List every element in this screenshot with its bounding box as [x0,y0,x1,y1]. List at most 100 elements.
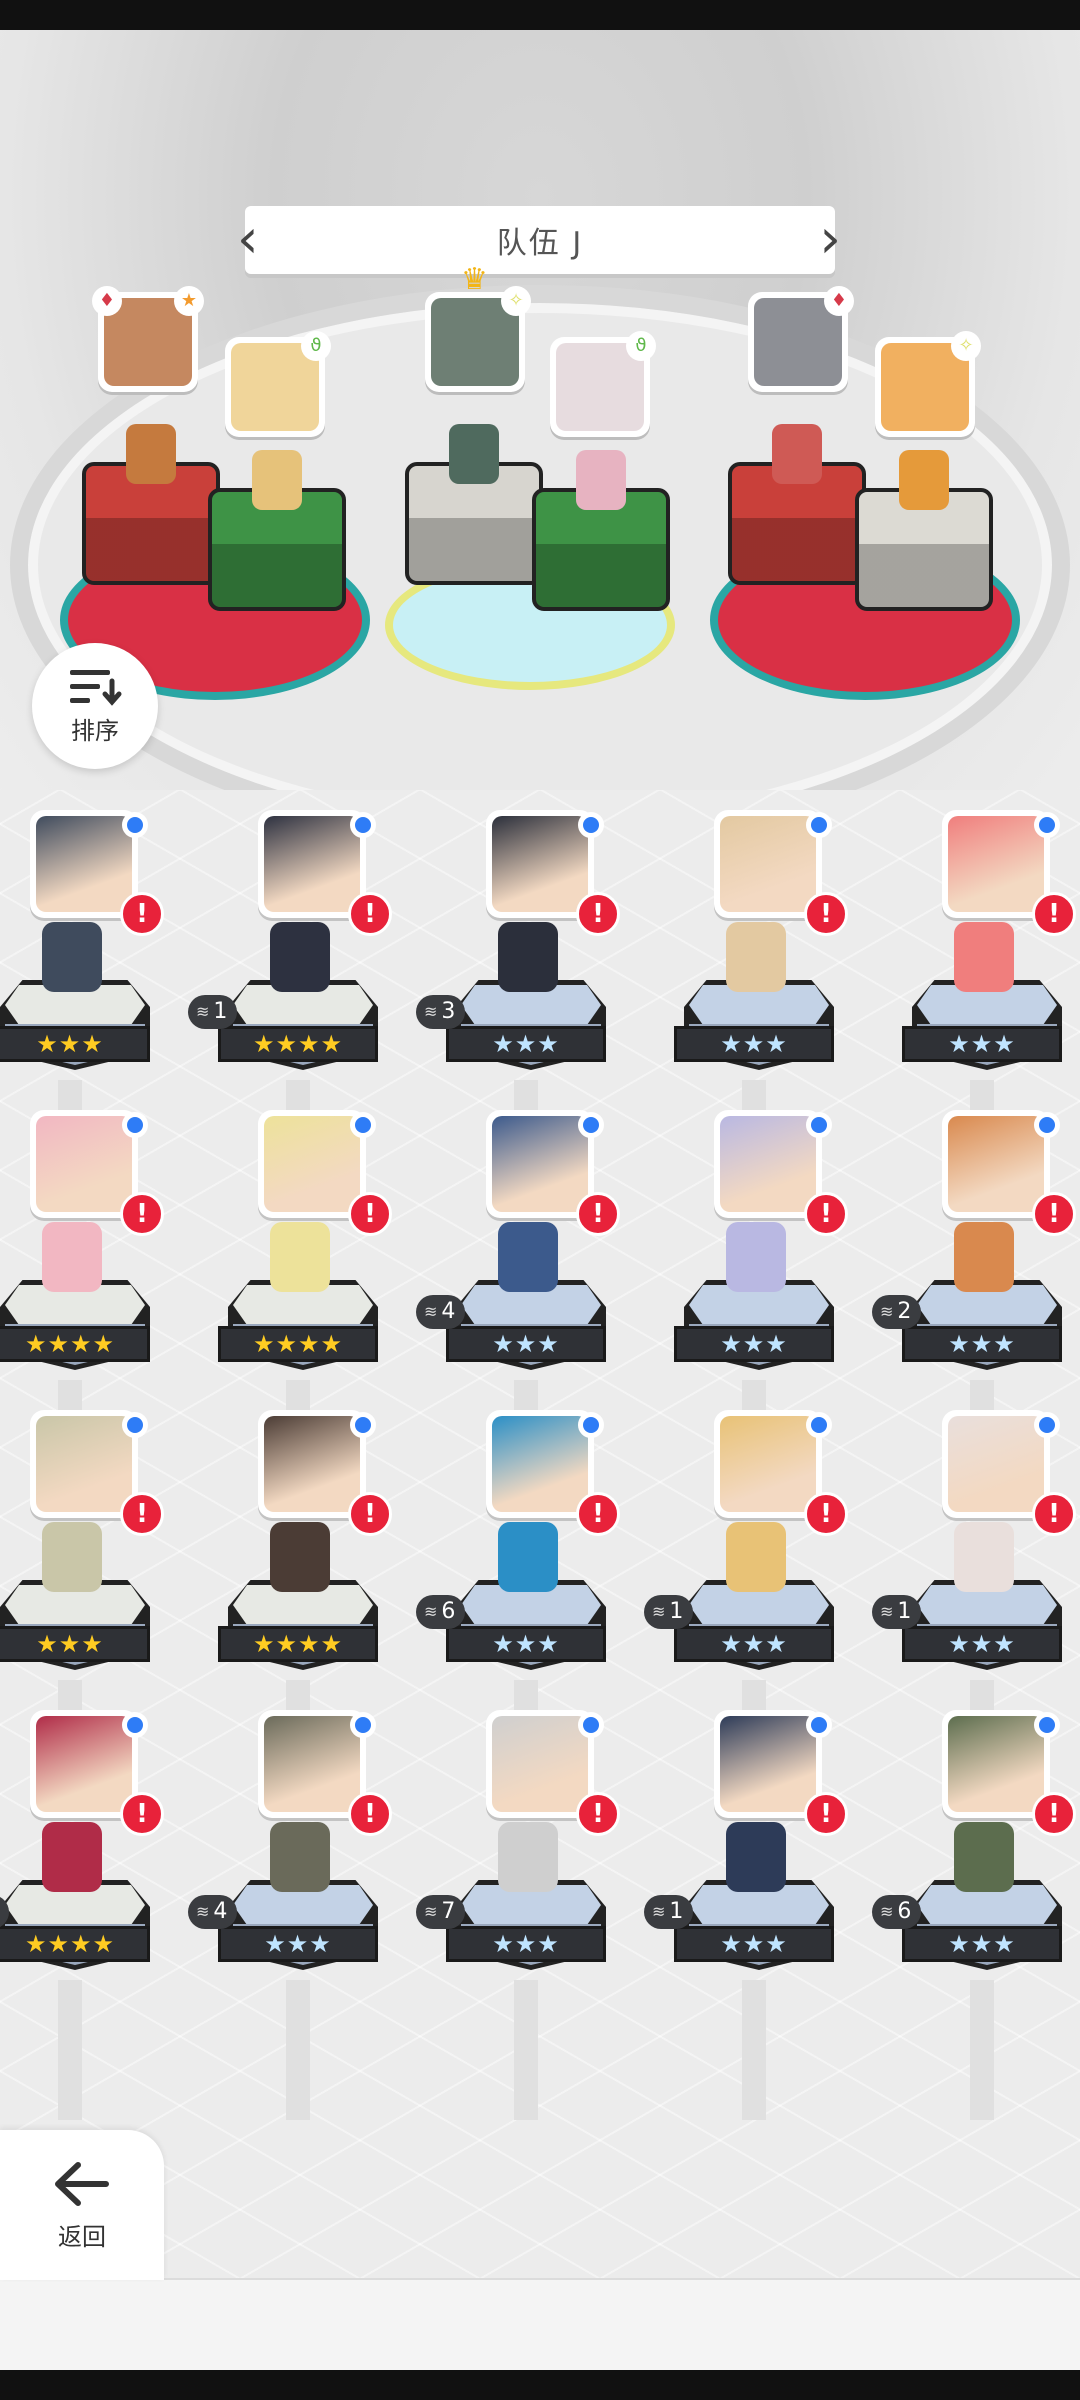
card-stack-icon: ≋ [424,1602,438,1621]
team-member-portrait[interactable]: ✧ [875,331,981,437]
character-card[interactable]: ★★★ ≋ 4! [188,1710,408,2120]
character-card[interactable]: ★★★! [872,810,1080,1220]
character-sprite [726,1522,786,1592]
card-stack-icon: ≋ [880,1302,894,1321]
star-rating: ★★★★ [0,1326,150,1362]
bottom-strip [0,2278,1080,2372]
character-sprite [954,1222,1014,1292]
team-member-pedestal[interactable] [855,450,993,611]
character-card[interactable]: ★★★ ≋ 1! [644,1410,864,1820]
character-card[interactable]: ★★★! [0,810,180,1220]
character-sprite [498,1222,558,1292]
team-member-portrait[interactable]: ϑ [225,331,331,437]
new-indicator-icon [1034,1112,1060,1138]
team-name-selector[interactable]: ‹ 队伍 J › [237,206,841,274]
team-member-pedestal[interactable] [532,450,670,611]
character-face [720,1416,816,1512]
alert-icon: ! [804,1192,848,1236]
new-indicator-icon [806,1112,832,1138]
alert-icon: ! [348,1492,392,1536]
duplicate-count-badge: ≋ 7 [416,1895,466,1929]
character-card[interactable]: ★★★ ≋ 2! [872,1110,1080,1520]
next-team-icon[interactable]: › [819,212,843,266]
alert-icon: ! [348,1792,392,1836]
new-indicator-icon [806,1412,832,1438]
star-rating: ★★★ [0,1626,150,1662]
character-card[interactable]: ★★★ ≋ 6! [416,1410,636,1820]
team-member-sprite [449,424,499,484]
team-member-pedestal[interactable] [728,424,866,585]
character-sprite [954,922,1014,992]
alert-icon: ! [1032,892,1076,936]
duplicate-count-badge: ≋ 1 [644,1595,694,1629]
character-sprite [270,1222,330,1292]
team-member-portrait[interactable]: ✧ ♛ [425,262,531,392]
status-bar [0,0,1080,30]
character-card[interactable]: ★★★ ≋ 6! [872,1710,1080,2120]
previous-team-icon[interactable]: ‹ [237,212,261,266]
alert-icon: ! [576,1192,620,1236]
team-member-pedestal[interactable] [405,424,543,585]
sort-button[interactable]: 排序 [32,643,158,769]
new-indicator-icon [350,812,376,838]
character-card[interactable]: ★★★★! [188,1110,408,1520]
back-button[interactable]: 返回 [0,2130,164,2280]
sort-icon [70,669,122,706]
character-card[interactable]: ★★★★! [188,1410,408,1820]
card-stack-icon: ≋ [424,1302,438,1321]
character-card[interactable]: ★★★ ≋ 3! [416,810,636,1220]
pedestal-pillar [970,1980,994,2120]
element-tag-icon: ϑ [301,331,331,361]
new-indicator-icon [1034,1712,1060,1738]
team-member-sprite [772,424,822,484]
team-member-pedestal[interactable] [82,424,220,585]
character-face [948,1416,1044,1512]
character-card[interactable]: ★★★ ≋ 4! [416,1110,636,1520]
element-tag-icon: ✧ [951,331,981,361]
star-rating: ★★★ [218,1926,378,1962]
character-face [36,1716,132,1812]
star-rating: ★★★ [902,1626,1062,1662]
alert-icon: ! [120,892,164,936]
character-card[interactable]: ★★★ ≋ 1! [644,1710,864,2120]
character-face [492,1416,588,1512]
character-sprite [726,1822,786,1892]
team-member-sprite [252,450,302,510]
team-member-pedestal[interactable] [208,450,346,611]
alert-icon: ! [804,1492,848,1536]
team-member-portrait[interactable]: ★ ♦ [92,286,204,392]
alert-icon: ! [576,892,620,936]
team-member-portrait[interactable]: ϑ [550,331,656,437]
duplicate-count: 6 [441,1599,456,1624]
character-card[interactable]: ★★★! [644,1110,864,1520]
duplicate-count-badge: ≋ 1 [188,995,238,1029]
duplicate-count-badge: ≋ 1 [872,1595,922,1629]
new-indicator-icon [806,1712,832,1738]
new-indicator-icon [578,1712,604,1738]
character-face [264,1716,360,1812]
character-card[interactable]: ★★★★! [0,1110,180,1520]
character-sprite [42,922,102,992]
new-indicator-icon [350,1712,376,1738]
alert-icon: ! [576,1492,620,1536]
character-sprite [498,1822,558,1892]
suit-tag-icon: ♦ [92,286,122,316]
new-indicator-icon [122,812,148,838]
new-indicator-icon [122,1112,148,1138]
character-face [720,1116,816,1212]
character-card[interactable]: ★★★ ≋ 1! [872,1410,1080,1820]
character-card[interactable]: ★★★! [644,810,864,1220]
character-card[interactable]: ★★★★ ≋ 1! [188,810,408,1220]
character-card[interactable]: ★★★! [0,1410,180,1820]
character-face [264,816,360,912]
character-face [948,816,1044,912]
star-rating: ★★★ [674,1626,834,1662]
character-face [36,1416,132,1512]
character-card[interactable]: ★★★★≋2! [0,1710,180,2120]
character-sprite [42,1822,102,1892]
pedestal-pillar [742,1980,766,2120]
system-nav-bar [0,2370,1080,2400]
team-member-portrait[interactable]: ♦ [748,286,854,392]
element-tag-icon: ♦ [824,286,854,316]
character-card[interactable]: ★★★ ≋ 7! [416,1710,636,2120]
